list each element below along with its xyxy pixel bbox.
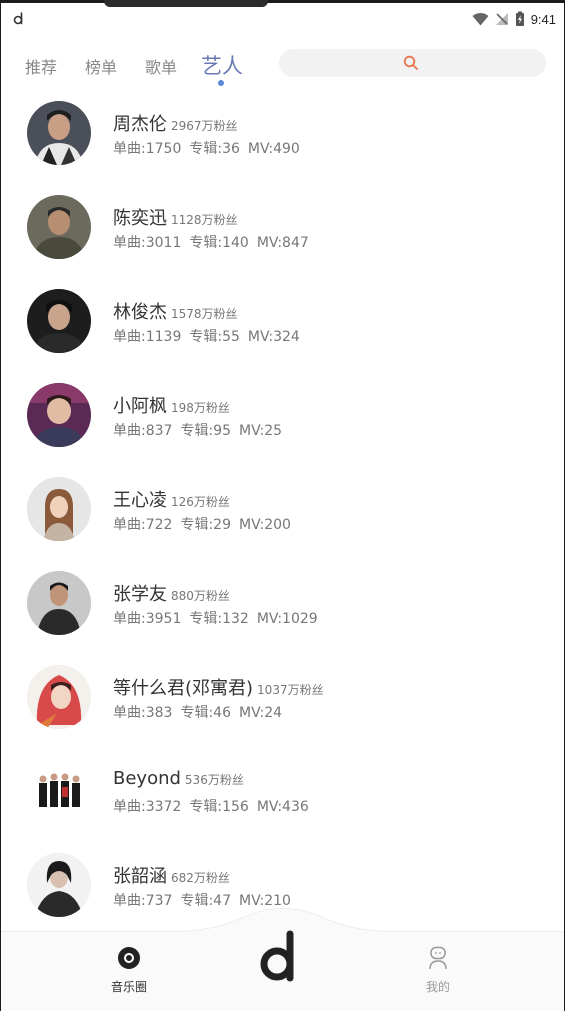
artist-song-count: 单曲:3372 bbox=[113, 799, 182, 815]
artist-fans: 2967万粉丝 bbox=[171, 119, 238, 133]
artist-fans: 1578万粉丝 bbox=[171, 307, 238, 321]
nav-mine[interactable]: 我的 bbox=[403, 946, 473, 995]
artist-name: 王心凌 bbox=[113, 490, 167, 511]
tab-artists[interactable]: 艺人 bbox=[201, 50, 243, 80]
artist-name: 陈奕迅 bbox=[113, 208, 167, 229]
artist-avatar bbox=[27, 665, 91, 729]
artist-album-count: 专辑:46 bbox=[180, 705, 231, 721]
screen-top-edge bbox=[1, 0, 564, 3]
artist-song-count: 单曲:1750 bbox=[113, 141, 182, 157]
tab-charts[interactable]: 榜单 bbox=[85, 54, 117, 78]
artist-item[interactable]: Beyond 536万粉丝 单曲:3372 专辑:156 MV:436 bbox=[1, 750, 564, 844]
artist-fans: 1128万粉丝 bbox=[171, 213, 238, 227]
artist-album-count: 专辑:29 bbox=[180, 517, 231, 533]
artist-fans: 880万粉丝 bbox=[171, 589, 230, 603]
artist-avatar bbox=[27, 853, 91, 917]
status-bar: 9:41 bbox=[1, 0, 564, 36]
artist-album-count: 专辑:55 bbox=[189, 329, 240, 345]
artist-song-count: 单曲:3011 bbox=[113, 235, 182, 251]
artist-album-count: 专辑:132 bbox=[189, 611, 249, 627]
artist-song-count: 单曲:383 bbox=[113, 705, 173, 721]
artist-mv-count: MV:1029 bbox=[256, 611, 318, 627]
status-time: 9:41 bbox=[530, 11, 556, 27]
artist-name: 林俊杰 bbox=[113, 302, 167, 323]
artist-song-count: 单曲:737 bbox=[113, 893, 173, 909]
signal-off-icon bbox=[495, 13, 508, 25]
tab-playlists[interactable]: 歌单 bbox=[145, 54, 177, 78]
artist-avatar bbox=[27, 383, 91, 447]
artist-song-count: 单曲:3951 bbox=[113, 611, 182, 627]
artist-item[interactable]: 张学友 880万粉丝 单曲:3951 专辑:132 MV:1029 bbox=[1, 562, 564, 656]
artist-item[interactable]: 周杰伦 2967万粉丝 单曲:1750 专辑:36 MV:490 bbox=[1, 92, 564, 186]
artist-song-count: 单曲:1139 bbox=[113, 329, 182, 345]
artist-name: 张韶涵 bbox=[113, 866, 167, 887]
artist-song-count: 单曲:837 bbox=[113, 423, 173, 439]
artist-name: 周杰伦 bbox=[113, 114, 167, 135]
nav-mine-label: 我的 bbox=[425, 980, 450, 994]
artist-item[interactable]: 林俊杰 1578万粉丝 单曲:1139 专辑:55 MV:324 bbox=[1, 280, 564, 374]
artist-item[interactable]: 陈奕迅 1128万粉丝 单曲:3011 专辑:140 MV:847 bbox=[1, 186, 564, 280]
search-icon bbox=[403, 55, 418, 70]
profile-icon bbox=[429, 946, 447, 970]
artist-avatar bbox=[27, 477, 91, 541]
artist-mv-count: MV:847 bbox=[256, 235, 309, 251]
artist-album-count: 专辑:36 bbox=[189, 141, 240, 157]
active-tab-indicator bbox=[218, 80, 224, 86]
artist-album-count: 专辑:140 bbox=[189, 235, 249, 251]
tab-recommend[interactable]: 推荐 bbox=[25, 54, 57, 78]
artist-mv-count: MV:490 bbox=[247, 141, 300, 157]
artist-name: 等什么君(邓寓君) bbox=[113, 678, 254, 699]
battery-charging-icon bbox=[515, 11, 524, 26]
artist-fans: 1037万粉丝 bbox=[257, 683, 324, 697]
artist-name: 小阿枫 bbox=[113, 396, 167, 417]
artist-album-count: 专辑:95 bbox=[180, 423, 231, 439]
artist-avatar bbox=[27, 759, 91, 823]
artist-mv-count: MV:436 bbox=[256, 799, 309, 815]
artist-fans: 198万粉丝 bbox=[171, 401, 230, 415]
artist-avatar bbox=[27, 289, 91, 353]
artist-song-count: 单曲:722 bbox=[113, 517, 173, 533]
artist-item[interactable]: 王心凌 126万粉丝 单曲:722 专辑:29 MV:200 bbox=[1, 468, 564, 562]
artist-album-count: 专辑:156 bbox=[189, 799, 249, 815]
nav-music-circle[interactable]: 音乐圈 bbox=[94, 946, 164, 995]
music-circle-icon bbox=[118, 947, 140, 969]
artist-fans: 536万粉丝 bbox=[184, 773, 244, 787]
artist-mv-count: MV:200 bbox=[238, 517, 291, 533]
app-screen: 9:41 推荐 榜单 歌单 艺人 周杰伦 2967万粉丝 单曲:1750 专辑:36… bbox=[1, 0, 564, 1011]
artist-name: 张学友 bbox=[113, 584, 167, 605]
artist-mv-count: MV:24 bbox=[238, 705, 283, 721]
app-logo-button[interactable] bbox=[257, 930, 307, 984]
artist-avatar bbox=[27, 101, 91, 165]
artist-item[interactable]: 等什么君(邓寓君) 1037万粉丝 单曲:383 专辑:46 MV:24 bbox=[1, 656, 564, 750]
artist-mv-count: MV:25 bbox=[238, 423, 283, 439]
artist-avatar bbox=[27, 571, 91, 635]
wifi-icon bbox=[472, 12, 489, 26]
artist-name: Beyond bbox=[113, 768, 181, 789]
artist-fans: 682万粉丝 bbox=[171, 871, 230, 885]
artist-fans: 126万粉丝 bbox=[171, 495, 230, 509]
artist-avatar bbox=[27, 195, 91, 259]
nav-music-circle-label: 音乐圈 bbox=[110, 980, 147, 994]
search-bar[interactable] bbox=[279, 49, 546, 77]
artist-item[interactable]: 小阿枫 198万粉丝 单曲:837 专辑:95 MV:25 bbox=[1, 374, 564, 468]
artist-mv-count: MV:324 bbox=[247, 329, 300, 345]
camera-notch bbox=[104, 0, 268, 7]
app-notification-icon bbox=[13, 12, 23, 25]
